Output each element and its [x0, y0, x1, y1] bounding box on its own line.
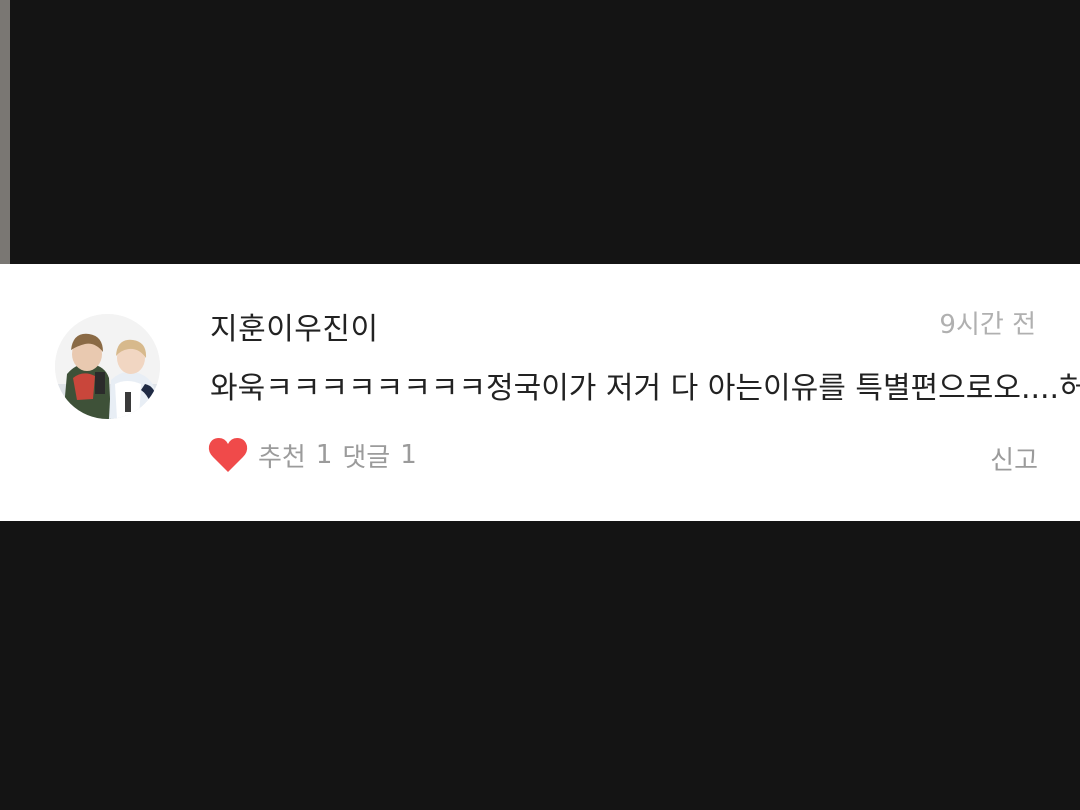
recommend-label[interactable]: 추천 [258, 437, 306, 474]
avatar-photo [55, 314, 160, 419]
heart-icon[interactable] [208, 436, 248, 474]
comment-actions: 추천 1 댓글 1 [208, 436, 417, 474]
comment-username[interactable]: 지훈이우진이 [210, 304, 379, 348]
reply-count: 1 [400, 440, 417, 470]
reply-label[interactable]: 댓글 [342, 437, 390, 474]
report-button[interactable]: 신고 [990, 440, 1038, 477]
comment-text: 와욱ㅋㅋㅋㅋㅋㅋㅋㅋ정국이가 저거 다 아는이유를 특별편으로오....허헣 [210, 371, 1080, 406]
recommend-count: 1 [315, 440, 333, 470]
avatar[interactable] [55, 314, 160, 419]
comment-timestamp: 9시간 전 [939, 310, 1036, 340]
screen: 지훈이우진이 9시간 전 와욱ㅋㅋㅋㅋㅋㅋㅋㅋ정국이가 저거 다 아는이유를 특… [0, 0, 1080, 810]
